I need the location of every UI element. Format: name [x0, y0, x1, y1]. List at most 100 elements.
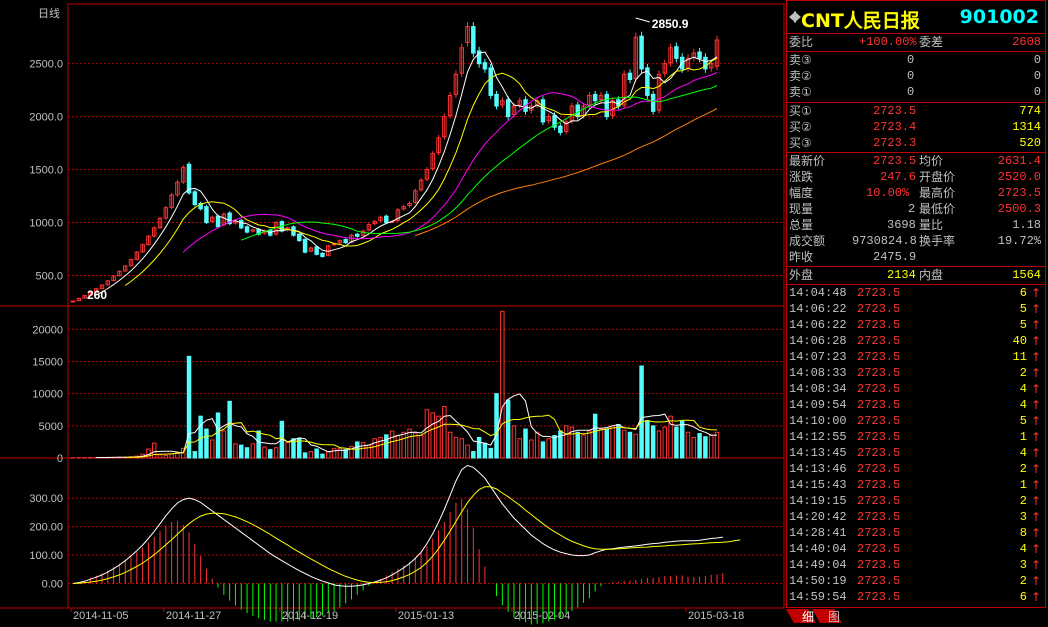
candle-body: [355, 233, 360, 237]
ma10-line: [124, 57, 718, 286]
volume-bar: [459, 438, 464, 459]
macd-tick-label: 100.00: [29, 550, 63, 562]
candle-body: [471, 26, 476, 54]
low-marker-label: 260: [87, 288, 107, 302]
candle-body: [297, 233, 302, 242]
tick-row: 14:19:15 2723.5 2 ↑: [789, 494, 1041, 508]
volume-bar: [250, 443, 256, 459]
volume-bar: [384, 434, 389, 459]
quote-header: CNT人民日报 901002: [786, 0, 1046, 34]
volume-bar: [268, 449, 273, 459]
tick-row: 14:08:33 2723.5 2 ↑: [789, 366, 1041, 380]
volume-bar: [529, 439, 534, 459]
volume-bar: [476, 436, 482, 459]
volume-bar: [239, 444, 244, 459]
quote-panel: CNT人民日报 901002 委比 +100.00% 委差 2608 卖③ 0 0 …: [786, 0, 1048, 627]
volume-bar: [621, 429, 627, 459]
macd-indicator: [72, 464, 741, 625]
volume-bar: [163, 454, 169, 459]
kline-chart[interactable]: 2500.0 2000.0 1500.0 1000.0 500.0 20000 15000 1…: [0, 0, 786, 627]
tick-row: 14:49:04 2723.5 3 ↑: [789, 558, 1041, 572]
candle-body: [314, 246, 319, 255]
volume-bar: [633, 433, 639, 459]
volume-bar: [482, 442, 488, 459]
tick-row: 14:40:04 2723.5 4 ↑: [789, 542, 1041, 556]
stats-section: 最新价 2723.5 均价 2631.4 涨跌 247.6 开盘价 2520.0 幅度 10.…: [786, 153, 1046, 267]
panel-tabs: 细 图: [786, 609, 1046, 627]
tick-row: 14:20:42 2723.5 3 ↑: [789, 510, 1041, 524]
tick-row: 14:06:28 2723.5 40 ↑: [789, 334, 1041, 348]
volume-bar: [691, 436, 697, 459]
volume-bar: [714, 431, 720, 459]
candle-body: [482, 62, 488, 70]
volume-bar: [314, 448, 319, 459]
volume-bar: [442, 406, 447, 459]
candle-body: [343, 239, 348, 244]
ask-section: 卖③ 0 0 卖② 0 0 卖① 0 0: [786, 52, 1046, 103]
volume-bar: [639, 365, 644, 459]
tick-row: 14:59:54 2723.5 6 ↑: [789, 590, 1041, 604]
volume-bar: [355, 441, 360, 459]
ma30-line: [241, 85, 718, 241]
volume-bar: [285, 442, 290, 459]
volume-bar: [395, 434, 401, 459]
volume-bar: [401, 431, 406, 459]
candle-body: [204, 206, 209, 224]
volume-tick-label: 0: [57, 453, 63, 465]
tab-chart[interactable]: 图: [824, 609, 844, 625]
volume-bar: [685, 431, 691, 459]
macd-tick-label: 300.00: [29, 493, 63, 505]
volume-bar: [262, 446, 267, 459]
candle-body: [505, 99, 511, 118]
volume-bar: [662, 426, 668, 459]
order-ratio-section: 委比 +100.00% 委差 2608: [786, 34, 1046, 52]
tick-row: 14:08:34 2723.5 4 ↑: [789, 382, 1041, 396]
candle-body: [215, 215, 221, 228]
stock-name: CNT人民日报: [801, 10, 920, 32]
tab-detail[interactable]: 细: [798, 609, 818, 625]
volume-bar: [227, 400, 232, 459]
next-arrow-icon[interactable]: [794, 11, 801, 23]
volume-bar: [708, 434, 714, 459]
tick-list[interactable]: 14:04:48 2723.5 6 ↑ 14:06:22 2723.5 5 ↑ 14:06:…: [786, 285, 1046, 608]
tick-row: 14:50:19 2723.5 2 ↑: [789, 574, 1041, 588]
volume-bar: [517, 438, 522, 459]
volume-bar: [650, 425, 656, 459]
volume-bar: [88, 456, 93, 459]
volume-split-section: 外盘 2134 内盘 1564: [786, 267, 1046, 285]
volume-bar: [592, 413, 598, 459]
volume-bar: [453, 436, 459, 459]
volume-bar: [256, 430, 261, 459]
tick-row: 14:15:43 2723.5 1 ↑: [789, 478, 1041, 492]
macd-tick-label: 200.00: [29, 522, 63, 534]
volume-bar: [215, 412, 221, 459]
volume-bar: [488, 447, 493, 459]
volume-bar: [407, 428, 412, 459]
volume-bar: [424, 409, 430, 459]
volume-bar: [204, 428, 209, 459]
tick-row: 14:10:00 2723.5 5 ↑: [789, 414, 1041, 428]
volume-bar: [308, 451, 314, 459]
volume-bar: [697, 433, 702, 459]
volume-tick-label: 20000: [32, 324, 63, 336]
axis-labels: 2500.0 2000.0 1500.0 1000.0 500.0 20000 15000 1…: [29, 59, 63, 591]
date-label: 2015-03-18: [688, 610, 744, 622]
candle-body: [540, 99, 546, 123]
volume-bar: [534, 431, 540, 459]
candle-body: [244, 226, 250, 233]
candle-body: [592, 93, 598, 102]
volume-bar: [587, 430, 592, 459]
volume-bar: [471, 451, 476, 459]
volume-bar: [198, 415, 203, 459]
volume-bar: [494, 393, 499, 459]
volume-bar: [552, 434, 557, 459]
tick-row: 14:06:22 2723.5 5 ↑: [789, 302, 1041, 316]
volume-bar: [337, 447, 343, 459]
macd-dea-line: [72, 486, 741, 584]
volume-bar: [372, 438, 377, 459]
bid-section: 买① 2723.5 774 买② 2723.4 1314 买③ 2723.3 520: [786, 103, 1046, 153]
volume-bar: [500, 310, 505, 459]
candle-body: [320, 252, 325, 257]
candle-body: [384, 215, 389, 224]
candle-body: [488, 67, 493, 96]
